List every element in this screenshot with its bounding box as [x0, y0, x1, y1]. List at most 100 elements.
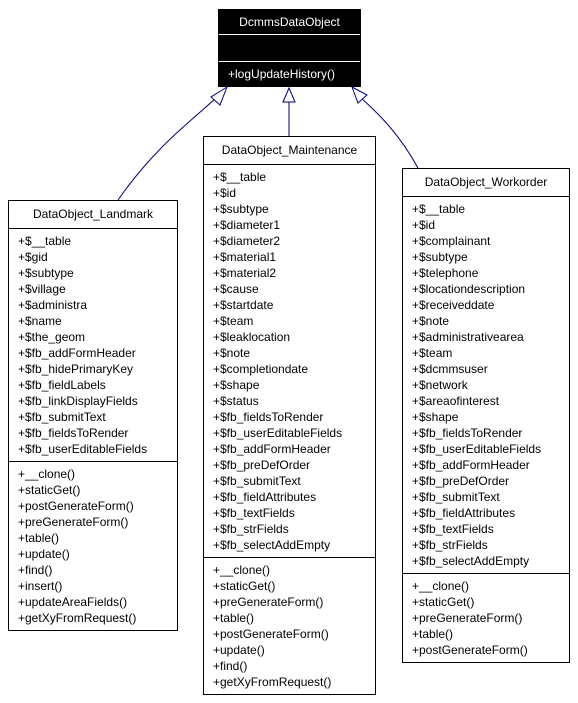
attribute: +$fb_submitText — [412, 490, 500, 504]
attribute: +$fb_submitText — [213, 474, 301, 488]
methods-section: +__clone() +staticGet() +preGenerateForm()… — [403, 574, 569, 662]
class-maintenance[interactable]: DataObject_Maintenance +$__table +$id +$sub… — [203, 136, 376, 695]
attribute: +$id — [412, 218, 436, 232]
attribute: +$__table — [18, 234, 72, 248]
inheritance-arrowhead — [282, 86, 296, 103]
method: +table() — [213, 611, 255, 625]
attribute: +$fb_fieldsToRender — [213, 410, 324, 424]
method: +__clone() — [18, 467, 76, 481]
attribute: +$completiondate — [213, 362, 309, 376]
attribute: +$complainant — [412, 234, 491, 248]
method: +preGenerateForm() — [213, 595, 324, 609]
attribute: +$subtype — [213, 202, 269, 216]
method: +preGenerateForm() — [412, 611, 523, 625]
attribute: +$fb_textFields — [213, 506, 295, 520]
method: +__clone() — [412, 579, 470, 593]
attribute: +$fb_selectAddEmpty — [412, 554, 530, 568]
method: +postGenerateForm() — [18, 499, 134, 513]
attribute: +$fb_strFields — [412, 538, 488, 552]
method: +staticGet() — [18, 483, 81, 497]
attribute: +$fb_submitText — [18, 410, 106, 424]
attribute: +$name — [18, 314, 62, 328]
attribute: +$team — [213, 314, 254, 328]
class-name: DataObject_Landmark — [9, 201, 177, 229]
attributes-section — [219, 35, 360, 62]
method: +preGenerateForm() — [18, 515, 129, 529]
attribute: +$material2 — [213, 266, 277, 280]
attribute: +$fb_addFormHeader — [213, 442, 331, 456]
method: +getXyFromRequest() — [213, 675, 332, 689]
attribute: +$dcmmsuser — [412, 362, 488, 376]
attribute: +$note — [412, 314, 450, 328]
attribute: +$telephone — [412, 266, 479, 280]
attribute: +$fb_preDefOrder — [213, 458, 311, 472]
attribute: +$fb_selectAddEmpty — [213, 538, 331, 552]
attribute: +$fb_addFormHeader — [18, 346, 136, 360]
inheritance-arrowhead — [351, 85, 368, 104]
attributes-section: +$__table +$id +$subtype +$diameter1 +$diame… — [204, 165, 375, 558]
attribute: +$team — [412, 346, 453, 360]
attribute: +$id — [213, 186, 237, 200]
attribute: +$note — [213, 346, 251, 360]
attribute: +$__table — [213, 170, 267, 184]
method: +find() — [18, 563, 53, 577]
method: +postGenerateForm() — [412, 643, 528, 657]
attribute: +$fb_addFormHeader — [412, 458, 530, 472]
method: +postGenerateForm() — [213, 627, 329, 641]
inheritance-arrowhead — [210, 85, 229, 106]
attribute: +$gid — [18, 250, 48, 264]
attribute: +$fb_textFields — [412, 522, 494, 536]
attribute: +$fb_strFields — [213, 522, 289, 536]
attribute: +$fb_fieldAttributes — [412, 506, 516, 520]
attribute: +$startdate — [213, 298, 274, 312]
attribute: +$material1 — [213, 250, 277, 264]
attribute: +$receiveddate — [412, 298, 495, 312]
methods-section: +__clone() +staticGet() +preGenerateForm()… — [204, 558, 375, 694]
method: +update() — [213, 643, 265, 657]
attribute: +$fb_hidePrimaryKey — [18, 362, 134, 376]
class-workorder[interactable]: DataObject_Workorder +$__table +$id +$compl… — [402, 168, 570, 663]
class-name: DcmmsDataObject — [219, 10, 360, 35]
attribute: +$shape — [213, 378, 260, 392]
methods-section: +__clone() +staticGet() +postGenerateForm(… — [9, 462, 177, 630]
attribute: +$cause — [213, 282, 259, 296]
method: +staticGet() — [213, 579, 276, 593]
class-name: DataObject_Workorder — [403, 169, 569, 197]
attribute: +$village — [18, 282, 66, 296]
attribute: +$administrativearea — [412, 330, 524, 344]
attribute: +$subtype — [412, 250, 468, 264]
class-name: DataObject_Maintenance — [204, 137, 375, 165]
attribute: +$status — [213, 394, 259, 408]
method: +table() — [412, 627, 454, 641]
attribute: +$fb_preDefOrder — [412, 474, 510, 488]
attribute: +$fb_fieldAttributes — [213, 490, 317, 504]
methods-section: +logUpdateHistory() — [219, 62, 360, 86]
attribute: +$administra — [18, 298, 88, 312]
method: +getXyFromRequest() — [18, 611, 137, 625]
class-landmark[interactable]: DataObject_Landmark +$__table +$gid +$subty… — [8, 200, 178, 631]
method: +staticGet() — [412, 595, 475, 609]
attribute: +$subtype — [18, 266, 74, 280]
method: +updateAreaFields() — [18, 595, 128, 609]
attributes-section: +$__table +$id +$complainant +$subtype +$tel… — [403, 197, 569, 574]
attribute: +$areaofinterest — [412, 394, 500, 408]
method: +table() — [18, 531, 60, 545]
method: +insert() — [18, 579, 63, 593]
attribute: +$__table — [412, 202, 466, 216]
attribute: +$fb_fieldsToRender — [412, 426, 523, 440]
attribute: +$network — [412, 378, 468, 392]
method: +update() — [18, 547, 70, 561]
attribute: +$shape — [412, 410, 459, 424]
method: +logUpdateHistory() — [228, 67, 336, 81]
attribute: +$diameter2 — [213, 234, 281, 248]
attribute: +$diameter1 — [213, 218, 281, 232]
attribute: +$fb_linkDisplayFields — [18, 394, 138, 408]
attribute: +$locationdescription — [412, 282, 526, 296]
attribute: +$fb_fieldsToRender — [18, 426, 129, 440]
attribute: +$leaklocation — [213, 330, 291, 344]
class-dcmms[interactable]: DcmmsDataObject +logUpdateHistory() — [218, 9, 361, 87]
method: +find() — [213, 659, 248, 673]
attribute: +$fb_userEditableFields — [213, 426, 343, 440]
attribute: +$fb_userEditableFields — [412, 442, 542, 456]
attributes-section: +$__table +$gid +$subtype +$village +$admini… — [9, 229, 177, 462]
